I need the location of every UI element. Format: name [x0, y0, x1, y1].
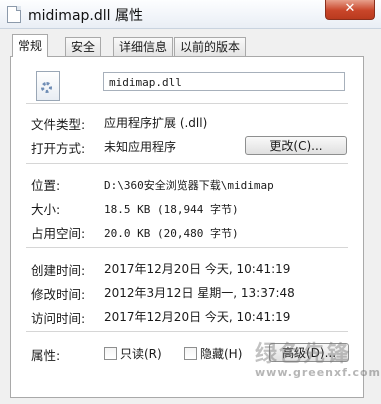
watermark-url: www.greenxf.com	[255, 366, 381, 379]
modified-value: 2012年3月12日 星期一, 13:37:48	[104, 286, 295, 300]
opens-with-label: 打开方式:	[31, 141, 86, 156]
accessed-value: 2017年12月20日 今天, 10:41:19	[104, 310, 291, 324]
change-button[interactable]: 更改(C)...	[245, 136, 347, 155]
watermark-logo: 绿色先锋 www.greenxf.com	[255, 336, 381, 379]
divider	[26, 103, 348, 104]
divider	[26, 247, 348, 248]
size-on-disk-label: 占用空间:	[31, 226, 86, 241]
close-button[interactable]: ✕	[325, 0, 375, 20]
created-value: 2017年12月20日 今天, 10:41:19	[104, 262, 291, 276]
watermark-text: 绿色先锋	[255, 342, 352, 367]
window-title: midimap.dll 属性	[28, 8, 143, 24]
hidden-label[interactable]: 隐藏(H)	[200, 345, 242, 362]
modified-label: 修改时间:	[31, 287, 86, 302]
readonly-checkbox[interactable]	[104, 347, 117, 360]
accessed-label: 访问时间:	[31, 311, 86, 326]
size-on-disk-value: 20.0 KB (20,480 字节)	[104, 227, 239, 240]
opens-with-value: 未知应用程序	[104, 140, 177, 154]
file-type-label: 文件类型:	[31, 117, 86, 132]
created-label: 创建时间:	[31, 263, 86, 278]
size-value: 18.5 KB (18,944 字节)	[104, 203, 239, 216]
tab-security[interactable]: 安全	[65, 37, 102, 56]
divider	[26, 331, 348, 332]
readonly-label[interactable]: 只读(R)	[120, 345, 162, 362]
divider	[26, 163, 348, 164]
location-label: 位置:	[31, 178, 61, 193]
location-value: D:\360安全浏览器下载\midimap	[104, 179, 274, 192]
file-name-field[interactable]: midimap.dll	[103, 72, 345, 91]
title-bar: midimap.dll 属性 ✕	[0, 0, 381, 29]
file-icon	[7, 6, 21, 23]
gear-icon	[41, 82, 52, 93]
hidden-checkbox[interactable]	[184, 347, 197, 360]
attributes-label: 属性:	[31, 348, 61, 363]
tab-details[interactable]: 详细信息	[113, 37, 174, 56]
tab-general[interactable]: 常规	[12, 34, 49, 57]
file-type-value: 应用程序扩展 (.dll)	[104, 116, 208, 130]
size-label: 大小:	[31, 202, 61, 217]
tab-previous-versions[interactable]: 以前的版本	[174, 37, 247, 56]
dll-file-icon	[36, 71, 60, 101]
